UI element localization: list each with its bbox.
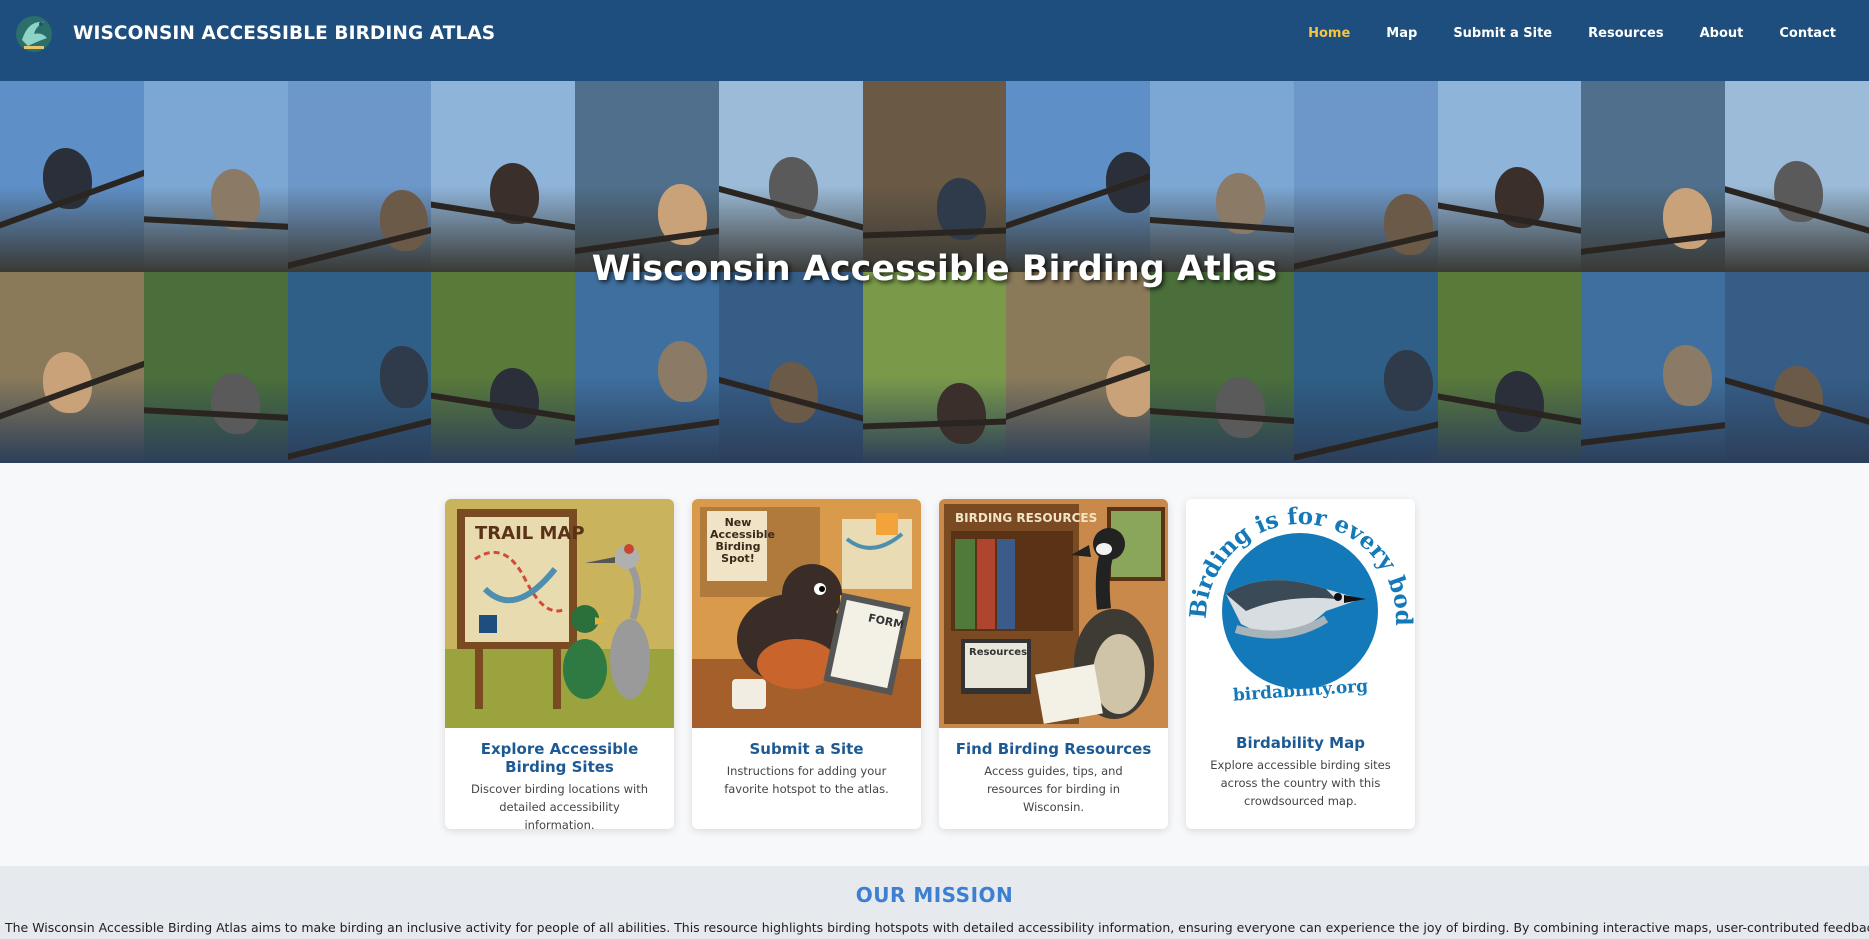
bird-photo-tile: [1150, 81, 1294, 272]
card-description: Explore accessible birding sites across …: [1210, 758, 1391, 808]
bird-photo-tile: [143, 272, 288, 463]
resources-art-label: BIRDING RESOURCES: [955, 511, 1098, 525]
card-explore-sites[interactable]: TRAIL MAP Explore Accessible Birding Sit…: [445, 499, 674, 829]
branch: [287, 415, 432, 463]
heron-logo-icon[interactable]: [14, 12, 54, 56]
card-description: Discover birding locations with detailed…: [470, 782, 649, 829]
resources-illustration: BIRDING RESOURCES Resources: [939, 499, 1168, 728]
mission-section: OUR MISSION The Wisconsin Accessible Bir…: [0, 866, 1869, 939]
bird-photo-tile: [1725, 81, 1869, 272]
card-find-resources[interactable]: BIRDING RESOURCES Resources Find Birding…: [939, 499, 1168, 829]
mission-heading: OUR MISSION: [855, 883, 1014, 907]
card-title[interactable]: Find Birding Resources: [949, 740, 1158, 758]
site-header: WISCONSIN ACCESSIBLE BIRDING ATLAS Home …: [0, 0, 1869, 81]
hero-banner: Wisconsin Accessible Birding Atlas: [0, 81, 1869, 463]
bird-photo-tile: [431, 272, 576, 463]
card-title[interactable]: Submit a Site: [702, 740, 911, 758]
feature-cards: TRAIL MAP Explore Accessible Birding Sit…: [445, 499, 1415, 829]
bird-photo-tile: [0, 81, 144, 272]
bird-photo-tile: [575, 272, 719, 463]
bird-photo-tile: [287, 272, 432, 463]
bird-silhouette: [1495, 371, 1545, 433]
nav-map[interactable]: Map: [1386, 26, 1417, 41]
bird-photo-tile: [1293, 272, 1438, 463]
bird-silhouette: [1663, 344, 1713, 406]
bird-photo-tile: [0, 272, 144, 463]
birdability-logo: Birding is for every body! birdability.o…: [1186, 499, 1415, 728]
site-title[interactable]: WISCONSIN ACCESSIBLE BIRDING ATLAS: [73, 23, 495, 44]
branch: [862, 417, 1007, 430]
card-description: Access guides, tips, and resources for b…: [984, 764, 1123, 814]
bird-photo-tile: [1006, 272, 1151, 463]
bird-photo-tile: [1293, 81, 1438, 272]
card-title[interactable]: Explore Accessible Birding Sites: [455, 740, 664, 776]
bird-photo-tile: [718, 272, 863, 463]
bird-silhouette: [937, 382, 987, 444]
bird-silhouette: [658, 340, 708, 402]
bird-photo-tile: [143, 81, 288, 272]
card-submit-site[interactable]: New Accessible Birding Spot! FORM Submit…: [692, 499, 921, 829]
bird-silhouette: [1216, 377, 1266, 439]
branch: [862, 226, 1007, 239]
bird-photo-tile: [287, 81, 432, 272]
bird-photo-tile: [575, 81, 719, 272]
bird-photo-tile: [1581, 272, 1726, 463]
tablet-art-label: Resources: [969, 647, 1028, 658]
bird-photo-tile: [1437, 272, 1582, 463]
bird-photo-tile: [1150, 272, 1294, 463]
bird-photo-tile: [862, 272, 1007, 463]
bird-photo-tile: [1006, 81, 1151, 272]
bird-photo-tile: [1725, 272, 1869, 463]
branch: [575, 416, 719, 447]
main-nav: Home Map Submit a Site Resources About C…: [1272, 26, 1836, 41]
bird-silhouette: [490, 367, 540, 429]
nav-contact[interactable]: Contact: [1779, 26, 1836, 41]
bird-silhouette: [211, 373, 261, 435]
bird-photo-tile: [862, 81, 1007, 272]
hero-title: Wisconsin Accessible Birding Atlas: [591, 249, 1278, 289]
mission-text: The Wisconsin Accessible Birding Atlas a…: [5, 920, 1869, 935]
submit-site-illustration: New Accessible Birding Spot! FORM: [692, 499, 921, 728]
bird-silhouette: [1384, 350, 1434, 412]
trail-map-art-label: TRAIL MAP: [475, 523, 585, 544]
branch: [1293, 418, 1438, 463]
new-spot-art-label: New Accessible Birding Spot!: [710, 516, 775, 565]
trail-map-illustration: TRAIL MAP: [445, 499, 674, 728]
card-title[interactable]: Birdability Map: [1196, 734, 1405, 752]
bird-photo-tile: [1581, 81, 1726, 272]
bird-photo-tile: [431, 81, 576, 272]
bird-photo-tile: [718, 81, 863, 272]
branch: [1581, 420, 1726, 448]
nav-submit-site[interactable]: Submit a Site: [1453, 26, 1552, 41]
nav-about[interactable]: About: [1700, 26, 1744, 41]
nav-home[interactable]: Home: [1308, 26, 1350, 41]
bird-silhouette: [379, 346, 429, 408]
bird-photo-tile: [1437, 81, 1582, 272]
card-birdability-map[interactable]: Birding is for every body! birdability.o…: [1186, 499, 1415, 829]
card-description: Instructions for adding your favorite ho…: [724, 764, 889, 796]
nav-resources[interactable]: Resources: [1588, 26, 1663, 41]
